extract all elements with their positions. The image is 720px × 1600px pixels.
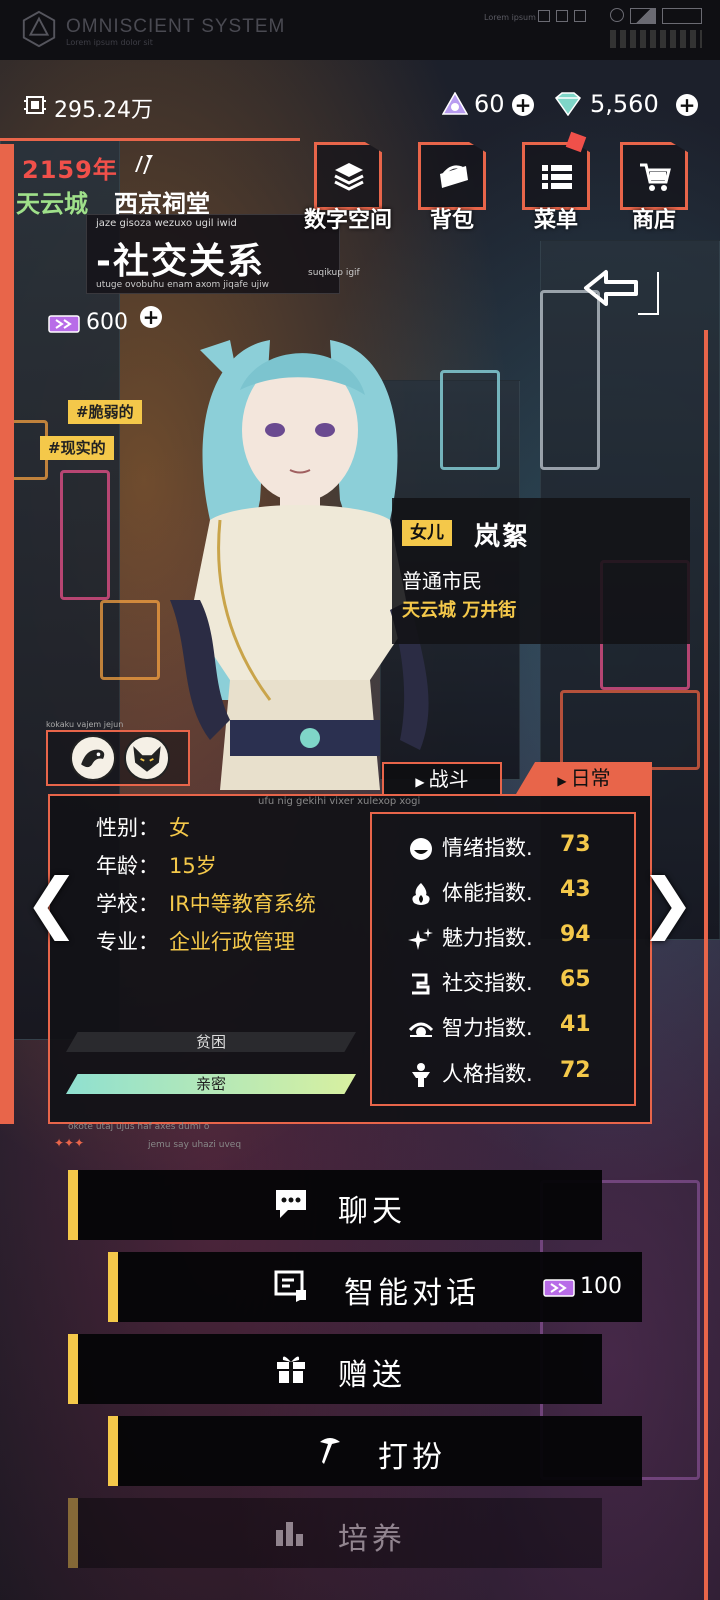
cart-icon [640, 163, 671, 191]
chat-bubble-icon [276, 1190, 306, 1218]
intimacy-meter: 亲密 [66, 1074, 356, 1094]
stat-stamina: 体能指数. 43 [408, 877, 591, 907]
chat-label: 聊天 [338, 1194, 406, 1229]
gift-button[interactable]: 赠送 [68, 1334, 602, 1404]
corner-text: Lorem ipsum [484, 13, 536, 22]
menu-label: 商店 [631, 208, 676, 233]
back-arrow-icon[interactable] [582, 262, 660, 324]
game-year: 2159年 [22, 156, 118, 184]
menu-label: 背包 [429, 208, 474, 233]
train-label: 培养 [338, 1522, 406, 1557]
ai-chat-label: 智能对话 [344, 1276, 480, 1311]
chip-icon [24, 96, 46, 114]
stat-charm: 魅力指数. 94 [408, 922, 591, 952]
character-name: 岚絮 [474, 522, 531, 552]
fox-badge-icon[interactable] [124, 735, 170, 781]
stat-personality: 人格指数. 72 [408, 1058, 591, 1088]
city-name: 天云城 [16, 190, 88, 218]
stack-icon [334, 163, 364, 191]
menu-label: 菜单 [533, 208, 578, 233]
time-cycle-icon[interactable] [130, 152, 156, 178]
ai-chat-cost: 100 [580, 1274, 622, 1299]
title-caption-right: suqikup igif [308, 268, 360, 278]
page-title: -社交关系 [96, 241, 265, 282]
info-school: 学校： IR中等教育系统 [96, 892, 316, 916]
coin-balance: 295.24万 [54, 98, 153, 123]
tab-battle[interactable]: ▶ 战斗 [382, 762, 502, 794]
badge-caption: kokaku vajem jejun [46, 720, 124, 729]
logo-icon [22, 10, 56, 48]
character-address: 天云城 万井街 [402, 600, 517, 621]
close-button[interactable] [574, 10, 586, 22]
crystal-icon [442, 92, 468, 115]
personality-tag: #现实的 [40, 436, 114, 460]
currency-row: 295.24万 60 + 5,560 + [0, 88, 720, 128]
dress-up-label: 打扮 [378, 1440, 446, 1475]
bag-icon [440, 165, 468, 188]
minimize-button[interactable] [538, 10, 550, 22]
flame-icon [412, 883, 430, 905]
terminal-chat-icon [274, 1270, 306, 1302]
relationship-badge: 女儿 [402, 520, 452, 546]
add-diamonds-button[interactable]: + [676, 94, 698, 116]
frame-line-right [704, 330, 708, 1600]
sparkle-deco-icon: ✦✦✦ [54, 1136, 85, 1150]
panel-footer-text: okote utaj ujus haf axes dumi o [68, 1122, 210, 1132]
gem-balance: 60 [474, 90, 505, 118]
wealth-meter: 贫困 [66, 1032, 356, 1052]
hanger-icon [320, 1438, 340, 1464]
info-major: 专业： 企业行政管理 [96, 930, 295, 954]
bar-chart-icon [276, 1522, 303, 1546]
ticket-icon [48, 315, 80, 333]
gift-icon [277, 1356, 305, 1383]
title-caption-top: jaze gisoza wezuxo ugil iwid [96, 218, 237, 229]
dress-up-button[interactable]: 打扮 [108, 1416, 642, 1486]
prev-character-icon[interactable]: ❮ [24, 870, 79, 936]
character-occupation: 普通市民 [402, 569, 482, 593]
frame-line-top [0, 138, 300, 141]
app-title: OMNISCIENT SYSTEM [66, 16, 286, 37]
add-gems-button[interactable]: + [512, 94, 534, 116]
list-icon [542, 165, 572, 189]
digital-space-button[interactable]: 数字空间 [304, 142, 392, 233]
top-bar: OMNISCIENT SYSTEM Lorem ipsum dolor sit … [0, 0, 720, 60]
status-panel [662, 8, 702, 24]
signal-icon [630, 8, 656, 24]
panel-footer-text: jemu say uhazi uveq [148, 1140, 242, 1150]
stat-social: 社交指数. 65 [408, 967, 591, 997]
tab-daily[interactable]: ▶ 日常 [516, 762, 652, 794]
chat-button[interactable]: 聊天 [68, 1170, 602, 1240]
diamond-balance: 5,560 [590, 90, 659, 118]
social-icon [412, 973, 430, 995]
panel-caption: ufu nig gekihi vixer xulexop xogi [258, 796, 421, 807]
backpack-button[interactable]: 背包 [418, 142, 486, 233]
person-icon [412, 1063, 430, 1087]
next-character-icon[interactable]: ❯ [640, 870, 695, 936]
app-subtitle: Lorem ipsum dolor sit [66, 38, 153, 47]
maximize-button[interactable] [556, 10, 568, 22]
stat-intellect: 智力指数. 41 [408, 1012, 591, 1042]
main-menu-button[interactable]: 菜单 [522, 131, 590, 233]
menu-label: 数字空间 [303, 208, 392, 233]
sparkle-icon [408, 928, 433, 950]
diamond-icon [554, 92, 582, 116]
eye-icon [408, 1022, 434, 1037]
title-caption-bottom: utuge ovobuhu enam axom jiqafe ujiw [96, 280, 270, 290]
status-bars [610, 30, 702, 48]
info-gender: 性别：女 [96, 816, 190, 840]
stat-mood: 情绪指数. 73 [408, 832, 591, 862]
shop-button[interactable]: 商店 [620, 142, 688, 233]
status-indicator-icon [610, 8, 624, 22]
frame-line-left [0, 144, 14, 1124]
train-button[interactable]: 培养 [68, 1498, 602, 1568]
dragon-badge-icon[interactable] [70, 735, 116, 781]
ticket-icon [543, 1279, 575, 1297]
gift-label: 赠送 [338, 1358, 406, 1393]
info-age: 年龄： 15岁 [96, 854, 217, 878]
mood-icon [410, 838, 432, 860]
